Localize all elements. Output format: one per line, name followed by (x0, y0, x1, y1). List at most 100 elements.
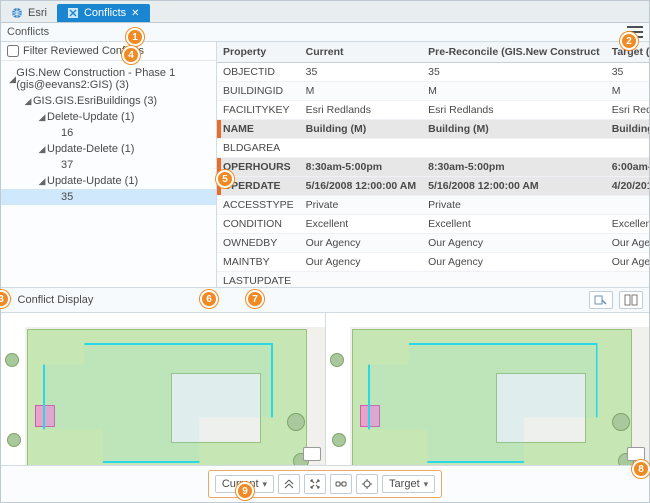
tree-label: 35 (61, 191, 73, 203)
property-cell: CONDITION (217, 215, 300, 234)
tree-label: Delete-Update (1) (47, 111, 134, 123)
property-cell: OWNEDBY (217, 234, 300, 253)
property-cell: ACCESSTYPE (217, 196, 300, 215)
value-cell: Esri Redlands (606, 101, 649, 120)
value-cell: Private (422, 196, 606, 215)
table-row[interactable]: OPERHOURS8:30am-5:00pm8:30am-5:00pm6:00a… (217, 158, 649, 177)
globe-icon (11, 7, 23, 19)
table-row[interactable]: BLDGAREA (217, 139, 649, 158)
close-icon[interactable]: ✕ (131, 8, 139, 19)
value-cell: 8:30am-5:00pm (422, 158, 606, 177)
callout-7: 7 (246, 290, 264, 308)
value-cell: Building M (606, 120, 649, 139)
callout-2: 2 (620, 32, 638, 50)
callout-6: 6 (200, 290, 218, 308)
filter-checkbox[interactable] (7, 45, 19, 57)
conflict-tree[interactable]: ◢GIS.New Construction - Phase 1 (gis@eev… (1, 61, 216, 287)
table-row[interactable]: ACCESSTYPEPrivatePrivate (217, 196, 649, 215)
property-cell: FACILITYKEY (217, 101, 300, 120)
value-cell: 5/16/2008 12:00:00 AM (422, 177, 606, 196)
column-header[interactable]: Pre-Reconcile (GIS.New Construct (422, 42, 606, 63)
column-header[interactable]: Property (217, 42, 300, 63)
value-cell (606, 139, 649, 158)
value-cell (422, 139, 606, 158)
value-cell: 6:00am-7:00pm (606, 158, 649, 177)
zoom-full-button[interactable] (304, 474, 326, 494)
tree-leaf[interactable]: 37 (1, 157, 216, 173)
table-row[interactable]: BUILDINGIDMMMM (217, 82, 649, 101)
tree-label: 16 (61, 127, 73, 139)
highlight-button[interactable] (356, 474, 378, 494)
tree-dataset[interactable]: ◢GIS.GIS.EsriBuildings (3) (1, 93, 216, 109)
value-cell: 5/16/2008 12:00:00 AM (300, 177, 423, 196)
value-cell (300, 139, 423, 158)
table-row[interactable]: OBJECTID35353535 (217, 63, 649, 82)
value-cell (422, 272, 606, 288)
tab-conflicts[interactable]: Conflicts ✕ (57, 4, 150, 22)
property-cell: BLDGAREA (217, 139, 300, 158)
value-cell: Excellent (422, 215, 606, 234)
value-cell: 35 (606, 63, 649, 82)
value-cell: 4/20/2011 12:00:00 AM (606, 177, 649, 196)
tree-label: GIS.New Construction - Phase 1 (gis@eeva… (16, 67, 216, 91)
value-cell: M (422, 82, 606, 101)
link-views-button[interactable] (330, 474, 352, 494)
value-cell: Esri Redlands (422, 101, 606, 120)
property-cell: BUILDINGID (217, 82, 300, 101)
table-row[interactable]: OWNEDBYOur AgencyOur AgencyOur AgencyOur… (217, 234, 649, 253)
map-attribution-icon[interactable] (627, 447, 645, 461)
value-cell: 8:30am-5:00pm (300, 158, 423, 177)
table-row[interactable]: NAMEBuilding (M)Building (M)Building MM (217, 120, 649, 139)
value-cell (606, 196, 649, 215)
value-cell: M (300, 82, 423, 101)
tree-label: 37 (61, 159, 73, 171)
identify-tool-button[interactable] (589, 291, 613, 309)
target-version-dropdown[interactable]: Target▾ (382, 475, 435, 493)
callout-5: 5 (216, 170, 234, 188)
value-cell: Our Agency (606, 253, 649, 272)
map-attribution-icon[interactable] (303, 447, 321, 461)
column-header[interactable]: Current (300, 42, 423, 63)
map-target[interactable] (326, 313, 650, 465)
callout-4: 4 (122, 46, 140, 64)
value-cell: Building (M) (422, 120, 606, 139)
value-cell: Our Agency (422, 234, 606, 253)
tree-leaf[interactable]: 35 (1, 189, 216, 205)
property-cell: LASTUPDATE (217, 272, 300, 288)
tree-leaf[interactable]: 16 (1, 125, 216, 141)
panel-title: Conflicts (7, 26, 49, 38)
callout-1: 1 (126, 28, 144, 46)
value-cell: Private (300, 196, 423, 215)
value-cell (300, 272, 423, 288)
table-row[interactable]: CONDITIONExcellentExcellentExcellentUnkn… (217, 215, 649, 234)
attribute-table: PropertyCurrentPre-Reconcile (GIS.New Co… (217, 42, 649, 287)
conflict-display-header: ▾ Conflict Display (1, 288, 649, 313)
attribute-pane: PropertyCurrentPre-Reconcile (GIS.New Co… (217, 42, 649, 287)
value-cell: Esri Redlands (300, 101, 423, 120)
value-cell: M (606, 82, 649, 101)
table-row[interactable]: FACILITYKEYEsri RedlandsEsri RedlandsEsr… (217, 101, 649, 120)
property-cell: OBJECTID (217, 63, 300, 82)
conflict-icon (67, 7, 79, 19)
zoom-in-button[interactable] (278, 474, 300, 494)
panel-header: Conflicts (1, 23, 649, 42)
value-cell: Our Agency (422, 253, 606, 272)
tree-group[interactable]: ◢Update-Delete (1) (1, 141, 216, 157)
tree-group[interactable]: ◢Update-Update (1) (1, 173, 216, 189)
table-row[interactable]: OPERDATE5/16/2008 12:00:00 AM5/16/2008 1… (217, 177, 649, 196)
property-cell: NAME (217, 120, 300, 139)
map-current[interactable] (1, 313, 326, 465)
conflicts-window: Esri Conflicts ✕ Conflicts Filter Review… (0, 0, 650, 503)
property-cell: MAINTBY (217, 253, 300, 272)
value-cell: Excellent (606, 215, 649, 234)
value-cell: 35 (422, 63, 606, 82)
tab-bar: Esri Conflicts ✕ (1, 1, 649, 23)
layout-toggle-button[interactable] (619, 291, 643, 309)
table-row[interactable]: MAINTBYOur AgencyOur AgencyOur AgencyOur… (217, 253, 649, 272)
bottom-toolbar: Current▾ Target▾ (1, 465, 649, 502)
tab-esri[interactable]: Esri (1, 4, 57, 22)
tree-group[interactable]: ◢Delete-Update (1) (1, 109, 216, 125)
tree-label: Update-Update (1) (47, 175, 138, 187)
tree-root[interactable]: ◢GIS.New Construction - Phase 1 (gis@eev… (1, 65, 216, 93)
table-row[interactable]: LASTUPDATE (217, 272, 649, 288)
